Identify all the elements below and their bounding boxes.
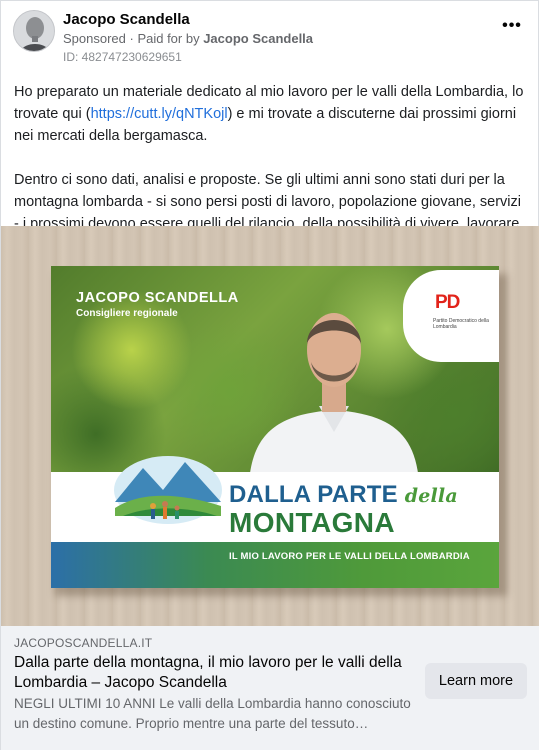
party-logo-mark: PD — [435, 292, 460, 313]
party-logo: PD Partito Democratico della Lombardia — [403, 270, 499, 362]
brochure-name: JACOPO SCANDELLA — [76, 290, 239, 306]
brochure-title-line2: MONTAGNA — [229, 507, 395, 538]
avatar[interactable] — [13, 10, 55, 52]
portrait-photo — [249, 313, 419, 482]
learn-more-button[interactable]: Learn more — [425, 663, 527, 699]
brochure-subtitle: IL MIO LAVORO PER LE VALLI DELLA LOMBARD… — [229, 551, 470, 562]
author-name[interactable]: Jacopo Scandella — [63, 11, 190, 28]
body-paragraph-1: Ho preparato un materiale dedicato al mi… — [14, 81, 524, 147]
brochure: JACOPO SCANDELLA Consigliere regionale P… — [51, 266, 499, 588]
body-link[interactable]: https://cutt.ly/qNTKojl — [91, 106, 228, 122]
sponsored-label: Sponsored — [63, 31, 126, 46]
link-title[interactable]: Dalla parte della montagna, il mio lavor… — [14, 653, 414, 693]
brochure-role: Consigliere regionale — [76, 308, 178, 319]
paid-prefix: · Paid for by — [125, 31, 204, 46]
sponsored-line: Sponsored · Paid for by Jacopo Scandella — [63, 31, 313, 46]
subtitle-band — [51, 542, 499, 588]
link-description: NEGLI ULTIMI 10 ANNI Le valli della Lomb… — [14, 696, 411, 731]
brochure-title: DALLA PARTE della — [229, 481, 458, 508]
ad-post: Jacopo Scandella Sponsored · Paid for by… — [0, 0, 539, 750]
post-body: Ho preparato un materiale dedicato al mi… — [14, 81, 524, 235]
mountain-illustration — [114, 456, 222, 524]
link-preview[interactable]: JACOPOSCANDELLA.IT Dalla parte della mon… — [1, 626, 539, 750]
ad-id: ID: 482747230629651 — [63, 50, 182, 64]
post-header: Jacopo Scandella Sponsored · Paid for by… — [13, 9, 526, 65]
ad-creative-image[interactable]: JACOPO SCANDELLA Consigliere regionale P… — [1, 226, 539, 626]
party-logo-subtitle: Partito Democratico della Lombardia — [433, 318, 489, 330]
link-domain: JACOPOSCANDELLA.IT — [14, 636, 153, 650]
more-options-icon[interactable]: ••• — [498, 18, 526, 39]
paid-by-name[interactable]: Jacopo Scandella — [203, 31, 313, 46]
